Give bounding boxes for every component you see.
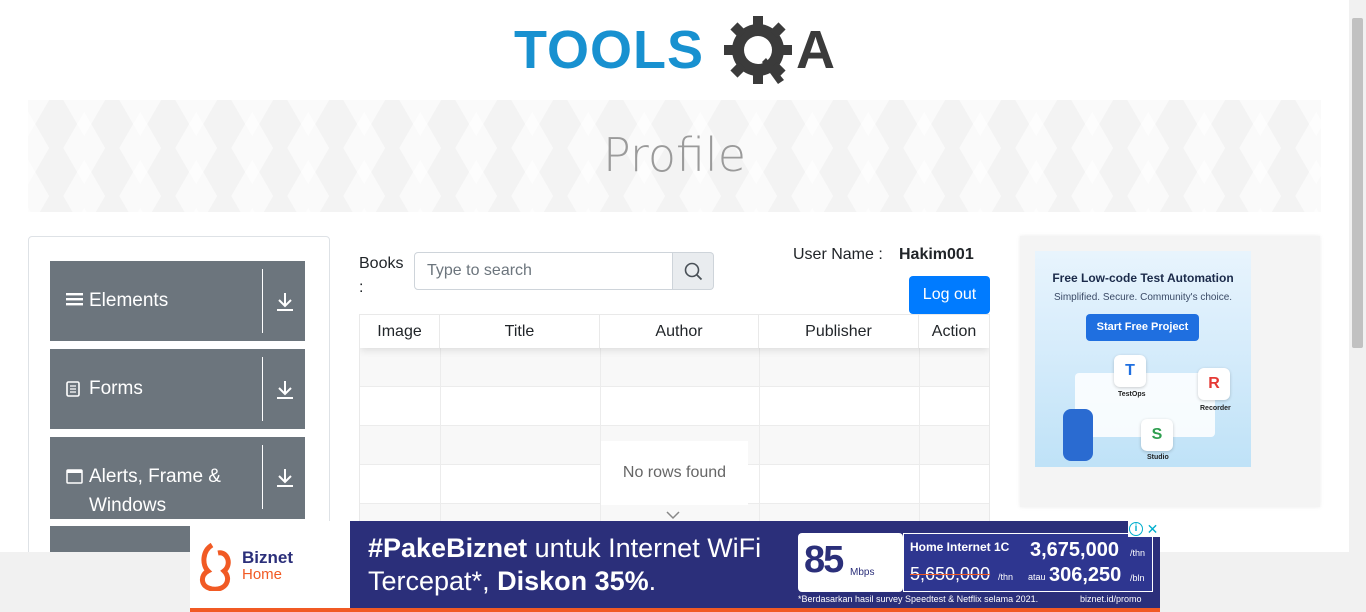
column-header-action[interactable]: Action (919, 315, 989, 348)
studio-icon: S (1141, 419, 1173, 451)
sidebar-group-label: Forms (89, 378, 143, 399)
product-label: Studio (1147, 454, 1169, 461)
ad-close-icon[interactable]: ✕ (1145, 521, 1160, 537)
testops-icon: T (1114, 355, 1146, 387)
window-icon (66, 469, 83, 489)
ad-headline: Free Low-code Test Automation (1052, 271, 1234, 285)
scrollbar-thumb[interactable] (1352, 18, 1363, 348)
product-label: TestOps (1118, 391, 1146, 398)
sidebar-group-elements[interactable]: Elements (50, 261, 305, 341)
download-arrow-icon[interactable] (276, 292, 298, 314)
biznet-logo: Biznet Home (190, 521, 350, 612)
download-arrow-icon[interactable] (276, 468, 298, 490)
ad-controls: i ✕ (1128, 521, 1160, 537)
ad-line-1: #PakeBiznet untuk Internet WiFi (368, 533, 762, 563)
search-icon (684, 262, 703, 281)
ad-info-icon[interactable]: i (1129, 522, 1143, 536)
ad-url[interactable]: biznet.id/promo (1080, 594, 1142, 604)
logout-button[interactable]: Log out (909, 276, 990, 314)
ad-card: Free Low-code Test Automation Simplified… (1035, 251, 1251, 467)
page-banner: Profile (28, 100, 1321, 212)
robot-icon (1063, 409, 1093, 461)
divider (262, 445, 263, 509)
plan-box: Home Internet 1C 3,675,000 /thn 5,650,00… (903, 533, 1153, 592)
biznet-b-icon (200, 542, 231, 591)
biznet-ad[interactable]: Biznet Home #PakeBiznet untuk Internet W… (190, 521, 1160, 612)
table-row (360, 348, 989, 387)
books-label: Books : (359, 255, 404, 296)
ad-cta-button[interactable]: Start Free Project (1086, 314, 1199, 341)
ad-line-2: Tercepat*, Diskon 35%. (368, 566, 657, 596)
logo-graphic: TOOLS A (514, 16, 835, 84)
brand-sub: Home (242, 566, 283, 583)
column-header-author[interactable]: Author (600, 315, 759, 348)
gear-icon (724, 16, 792, 84)
brand-name: Biznet (242, 548, 293, 567)
sidebar-group-forms[interactable]: Forms (50, 349, 305, 429)
logo-text-a: A (796, 20, 835, 80)
column-header-publisher[interactable]: Publisher (759, 315, 919, 348)
search-box (414, 252, 714, 290)
divider (262, 357, 263, 421)
table-header: Image Title Author Publisher Action (360, 315, 989, 348)
download-arrow-icon[interactable] (276, 380, 298, 402)
divider (262, 269, 263, 333)
column-header-image[interactable]: Image (360, 315, 440, 348)
ad-accent-bar (190, 608, 1160, 612)
no-rows-message: No rows found (601, 441, 748, 505)
katalon-ad[interactable]: Free Low-code Test Automation Simplified… (1020, 236, 1320, 507)
ad-footnote: *Berdasarkan hasil survey Speedtest & Ne… (798, 594, 1039, 604)
logo-text-tools: TOOLS (514, 20, 704, 80)
username-value: Hakim001 (899, 246, 974, 263)
page-title: Profile (602, 128, 747, 182)
recorder-icon: R (1198, 368, 1230, 400)
table-row (360, 387, 989, 426)
column-header-title[interactable]: Title (440, 315, 600, 348)
sidebar-group-label: Alerts, Frame & Windows (89, 466, 221, 516)
document-icon (66, 381, 80, 402)
hamburger-icon (66, 291, 83, 312)
books-table: Image Title Author Publisher Action No r… (359, 314, 990, 552)
sidebar-menu: Elements Forms Alerts, Frame & Windows (28, 236, 330, 568)
page-scrollbar[interactable] (1349, 0, 1366, 552)
product-label: Recorder (1200, 405, 1231, 412)
sidebar-group-label: Elements (89, 290, 169, 311)
username-label: User Name : (793, 246, 883, 263)
sidebar-group-alerts[interactable]: Alerts, Frame & Windows (50, 437, 305, 519)
ad-subline: Simplified. Secure. Community's choice. (1053, 292, 1233, 303)
toolsqa-logo[interactable]: TOOLS A (514, 14, 840, 94)
search-input[interactable] (414, 252, 673, 290)
speed-box: 85 Mbps (798, 533, 903, 592)
search-button[interactable] (673, 252, 714, 290)
